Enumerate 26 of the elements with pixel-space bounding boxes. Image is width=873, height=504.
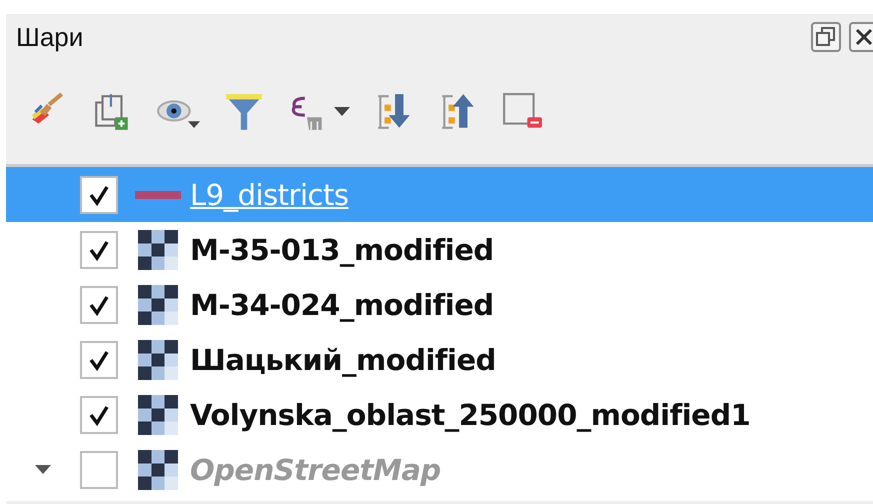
checkbox[interactable]: [80, 340, 118, 378]
layer-row[interactable]: Volynska_oblast_250000_modified1: [6, 387, 873, 442]
raster-icon: [138, 230, 178, 270]
checkbox[interactable]: [80, 396, 118, 434]
layer-name: Volynska_oblast_250000_modified1: [190, 398, 750, 432]
checkbox[interactable]: [80, 176, 118, 214]
raster-icon: [138, 340, 178, 380]
layer-name: M-34-024_modified: [190, 288, 494, 322]
raster-icon: [138, 284, 178, 324]
layer-row[interactable]: Шацький_modified: [6, 332, 873, 387]
caret-icon[interactable]: [188, 120, 200, 130]
filter-icon[interactable]: [224, 92, 264, 132]
layer-row[interactable]: M-34-024_modified: [6, 277, 873, 332]
checkbox[interactable]: [80, 286, 118, 324]
layer-name: L9_districts: [190, 178, 348, 212]
raster-icon: [138, 394, 178, 434]
layer-name: OpenStreetMap: [190, 452, 441, 486]
layer-name: M-35-013_modified: [190, 232, 494, 266]
close-icon[interactable]: [849, 22, 873, 52]
layer-name: Шацький_modified: [190, 342, 496, 376]
checkbox[interactable]: [80, 230, 118, 268]
raster-icon: [138, 450, 178, 490]
panel-title: Шари: [16, 22, 84, 52]
layer-row[interactable]: M-35-013_modified: [6, 222, 873, 277]
restore-icon[interactable]: [811, 22, 841, 52]
caret-icon[interactable]: [334, 107, 350, 117]
